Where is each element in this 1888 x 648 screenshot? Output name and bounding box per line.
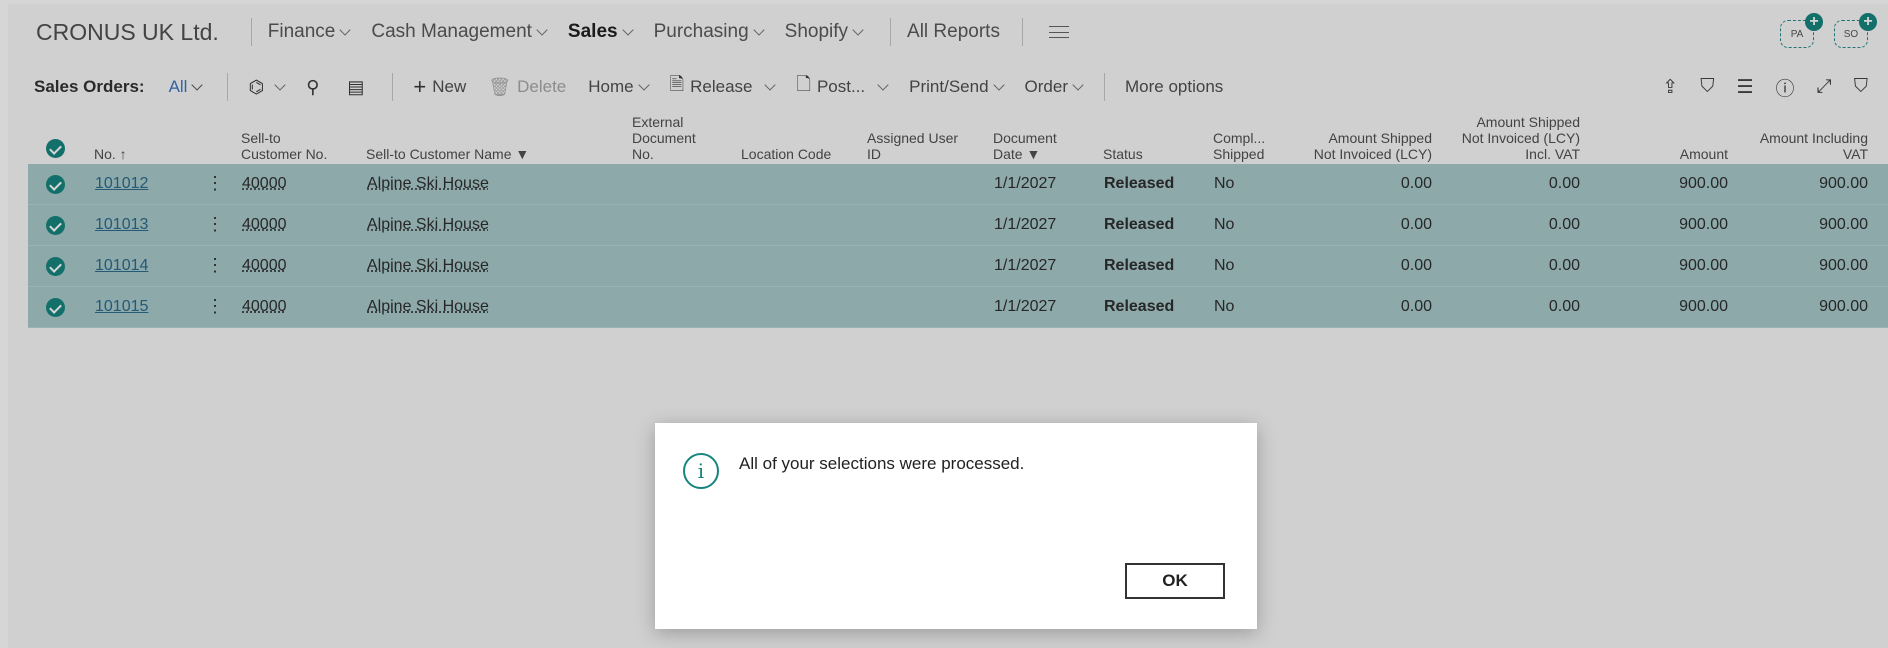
- message-dialog: i All of your selections were processed.…: [655, 423, 1257, 629]
- ok-button[interactable]: OK: [1124, 562, 1226, 600]
- dialog-message: All of your selections were processed.: [739, 454, 1025, 473]
- info-icon: i: [683, 453, 719, 489]
